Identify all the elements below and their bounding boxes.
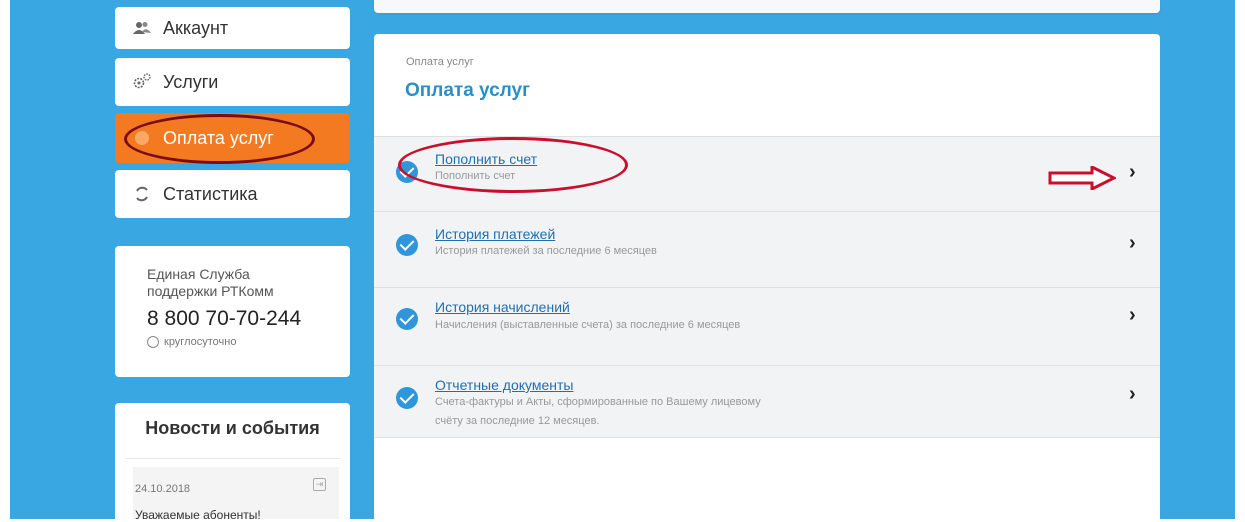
list-item-subtitle: Начисления (выставленные счета) за после… <box>435 319 741 331</box>
news-title: Новости и события <box>145 418 320 438</box>
check-icon <box>396 387 418 409</box>
list-item-subtitle: История платежей за последние 6 месяцев <box>435 245 657 257</box>
support-hours: круглосуточно <box>147 336 350 348</box>
support-hours-text: круглосуточно <box>164 336 237 348</box>
annotation-arrow-icon <box>1048 166 1116 190</box>
check-icon <box>396 308 418 330</box>
sidebar-item-services[interactable]: Услуги <box>115 58 350 106</box>
support-phone[interactable]: 8 800 70-70-244 <box>147 306 350 332</box>
clock-icon <box>147 336 159 348</box>
sidebar-item-label: Аккаунт <box>163 17 229 38</box>
list-item-title[interactable]: История начислений <box>435 299 570 315</box>
support-label-2: поддержки РТКомм <box>147 283 274 299</box>
page-title: Оплата услуг <box>405 80 531 101</box>
breadcrumb[interactable]: Оплата услуг <box>406 56 474 68</box>
list-item-title[interactable]: История платежей <box>435 226 555 242</box>
annotation-oval-top-up <box>398 137 628 193</box>
sidebar-item-label: Услуги <box>163 71 219 92</box>
list-item-payment-history[interactable]: История платежей История платежей за пос… <box>374 211 1160 287</box>
check-icon <box>396 234 418 256</box>
chevron-right-icon[interactable]: › <box>1129 161 1136 184</box>
list-item-charges-history[interactable]: История начислений Начисления (выставлен… <box>374 287 1160 365</box>
support-card: Единая Служба поддержки РТКомм 8 800 70-… <box>115 246 350 377</box>
news-divider <box>125 458 340 459</box>
chevron-right-icon[interactable]: › <box>1129 304 1136 327</box>
gears-icon <box>131 71 153 93</box>
refresh-icon <box>131 183 153 205</box>
top-card-edge <box>374 0 1160 13</box>
annotation-oval-menu <box>124 114 315 164</box>
support-label-1: Единая Служба <box>147 266 250 282</box>
list-item-reports[interactable]: Отчетные документы Счета-фактуры и Акты,… <box>374 365 1160 438</box>
page: Аккаунт Услуги Оплата услуг Статистика Е… <box>0 0 1245 522</box>
users-icon <box>131 17 153 39</box>
open-news-icon[interactable]: ⇥ <box>313 478 326 491</box>
news-date: 24.10.2018 <box>135 483 191 495</box>
chevron-right-icon[interactable]: › <box>1129 232 1136 255</box>
news-card: Новости и события <box>115 403 350 519</box>
sidebar-item-label: Статистика <box>163 183 258 204</box>
list-item-subtitle: Счета-фактуры и Акты, сформированные по … <box>435 396 761 427</box>
sidebar-item-account[interactable]: Аккаунт <box>115 7 350 49</box>
list-item-title[interactable]: Отчетные документы <box>435 377 574 393</box>
news-text[interactable]: Уважаемые абоненты! <box>135 508 261 522</box>
chevron-right-icon[interactable]: › <box>1129 383 1136 406</box>
sidebar-item-statistics[interactable]: Статистика <box>115 170 350 218</box>
